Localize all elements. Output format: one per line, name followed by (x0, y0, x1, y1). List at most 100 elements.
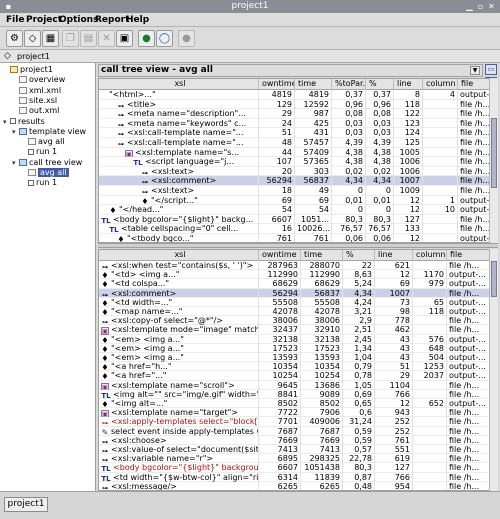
table-row[interactable]: ♦"</head..."5454001210output-... (99, 205, 489, 215)
table-row[interactable]: ♦ "<em> <img a..." 13593 13593 1,04 43 504 outp… (99, 353, 489, 363)
column-header[interactable]: owntime (259, 250, 301, 261)
tree-toggle-icon[interactable]: ▾ (3, 117, 10, 127)
template-list-table[interactable]: xsl owntime time% line column file ⊶ <xsl:when … (98, 249, 490, 491)
table-row[interactable]: ♦"</script..."69690,010,01121output-... (99, 195, 489, 206)
table-row[interactable]: ♦ "<td colspa..." 68629 68629 5,24 69 979 outpu… (99, 279, 489, 289)
open-folder-icon[interactable]: ⚙ (6, 30, 23, 47)
table-row[interactable]: TL <table cellspacing="0" cell... 16 10026.… (99, 224, 489, 234)
table-row[interactable]: ⊶ <xsl:comment> 56294 56837 4,34 1007 file /h.… (99, 288, 489, 298)
table-row[interactable]: ♦ "<tbody bgco..." 761 761 0,06 0,06 12 output-… (99, 234, 489, 242)
minimize-icon[interactable]: ▁ (465, 2, 474, 11)
lower-scroll-thumb[interactable] (491, 261, 497, 297)
tree-node[interactable]: site.xsl (12, 96, 57, 106)
column-header[interactable]: time (301, 250, 343, 261)
pane-splitter[interactable] (98, 243, 498, 248)
table-row[interactable]: ♦ "<map name=..." 42078 42078 3,21 98 118 outpu… (99, 307, 489, 317)
table-row[interactable]: ♦ "<em> <img a..." 32138 32138 2,45 43 576 outp… (99, 334, 489, 344)
table-row[interactable]: ⊶<xsl:value-of select="document($site)//… (99, 445, 489, 455)
tree-node[interactable]: ▾ call tree view (12, 158, 82, 168)
table-row[interactable]: ⊶ <xsl:comment> 56294 56837 4,34 4,34 1007 file… (99, 176, 489, 186)
table-row[interactable]: TL<td width="{$w-btw-col}" align="right"… (99, 472, 489, 482)
upper-vertical-scrollbar[interactable] (489, 78, 498, 243)
maximize-icon[interactable]: ▫ (476, 2, 485, 11)
column-header[interactable]: % (343, 250, 375, 261)
column-header[interactable]: line (375, 250, 413, 261)
call-tree-table[interactable]: xslowntimetime%toPar...%linecolumnfile"<… (98, 78, 490, 243)
table-icon[interactable]: ▦ (42, 30, 59, 47)
table-row[interactable]: ♦ "<td width=..." 55508 55508 4,24 73 65 output… (99, 297, 489, 307)
table-row[interactable]: ⊶ <xsl:choose> 7669 7669 0,59 761 file /h... (99, 435, 489, 445)
tree-node[interactable]: run 1 (21, 178, 57, 188)
table-row[interactable]: TL<img alt="" src="img/e.gif" width="{$w… (99, 389, 489, 399)
table-row[interactable]: ⊶ <meta name="description"... 29 987 0,08 0,0… (99, 109, 489, 119)
table-row[interactable]: ⊶<xsl:apply-templates select="block[1]"/… (99, 417, 489, 427)
table-row[interactable]: ♦ "<a href="h..." 10354 10354 0,79 51 1253 outp… (99, 362, 489, 372)
tree-node[interactable]: ▾ results (3, 117, 45, 127)
tree-toggle-icon[interactable]: ▾ (12, 158, 19, 168)
project-tree[interactable]: project1 overview xml.xml site.xsl out.xml ▾ r… (0, 63, 96, 491)
table-row[interactable]: ▣ <xsl:template name="s... 44 57409 4,38 4,38… (99, 147, 489, 158)
column-header[interactable]: file (447, 250, 489, 261)
tree-toggle-icon[interactable]: ▾ (12, 127, 19, 137)
export-document-icon[interactable]: ▣ (116, 30, 133, 47)
document-icon[interactable]: ▤ (80, 30, 97, 47)
tree-node[interactable]: avg all (21, 137, 65, 147)
column-header[interactable]: xsl (99, 250, 259, 261)
menu-report[interactable]: Report (95, 14, 129, 26)
table-row[interactable]: TL <script language="j... 107 57365 4,38 4,38… (99, 157, 489, 167)
project-tab-label[interactable]: project1 (17, 51, 50, 62)
table-row[interactable]: ▣ <xsl:template name="target"> 7722 7906 0,6… (99, 408, 489, 418)
table-row[interactable]: ♦ "<td> <img a..." 112990 112990 8,63 12 1170 o… (99, 270, 489, 280)
table-row[interactable]: ⊶ <xsl:variable name="r"> 6895 298325 22,78 6… (99, 454, 489, 464)
table-row[interactable]: ⊶ <xsl:call-template name="... 51 431 0,03 0,… (99, 128, 489, 138)
column-header[interactable]: column (423, 79, 458, 90)
close-icon[interactable]: ✕ (487, 2, 496, 11)
table-row[interactable]: "<html>..."481948190,370,3784output-... (99, 90, 489, 100)
column-header[interactable]: line (394, 79, 423, 90)
table-row[interactable]: ⊶ <xsl:call-template name="... 48 57457 4,39… (99, 138, 489, 148)
table-row[interactable]: ♦ "<img alt=..." 8502 8502 0,65 12 652 output-.… (99, 399, 489, 409)
column-header[interactable]: %toPar... (332, 79, 366, 90)
taskbar-project-tab[interactable]: project1 (4, 497, 48, 512)
table-row[interactable]: ♦ "<em> <img a..." 17523 17523 1,34 43 648 outp… (99, 343, 489, 353)
tree-node[interactable]: xml.xml (12, 86, 61, 96)
menu-file[interactable]: File (6, 14, 24, 26)
table-row[interactable]: TL<body bgcolor="{$light}" background="i… (99, 463, 489, 473)
tree-node[interactable]: out.xml (12, 106, 59, 116)
copy-icon[interactable]: ❐ (62, 30, 79, 47)
window-menu-icon[interactable]: ▪ (4, 2, 13, 11)
tree-node[interactable]: overview (12, 75, 65, 85)
column-header[interactable]: column (413, 250, 447, 261)
menu-project[interactable]: Project (26, 14, 62, 26)
tree-node[interactable]: run 1 (21, 147, 57, 157)
table-row[interactable]: ▣ <xsl:template name="scroll"> 9645 13686 1,… (99, 380, 489, 390)
table-row[interactable]: ⊶ <xsl:text> 18 49 0 0 1009 file /h... (99, 186, 489, 196)
upper-scroll-thumb[interactable] (491, 118, 497, 188)
project-close-icon[interactable]: ◇ (4, 51, 11, 61)
view-selector[interactable]: call tree view - avg all ▼ (98, 64, 483, 77)
table-row[interactable]: ⊶ <xsl:copy-of select="@*"/> 38006 38006 2,9… (99, 316, 489, 326)
chevron-down-icon[interactable]: ▼ (470, 66, 480, 75)
tree-node[interactable]: project1 (3, 65, 53, 75)
view-mode-icon[interactable]: ▭ (485, 64, 497, 75)
lower-vertical-scrollbar[interactable] (489, 249, 498, 491)
table-row[interactable]: ♦ "<a href="..." 10254 10254 0,78 29 2037 outpu… (99, 371, 489, 381)
table-row[interactable]: ⊶ <xsl:message/> 6265 6265 0,48 954 file /h... (99, 481, 489, 490)
column-header[interactable]: % (366, 79, 394, 90)
menu-help[interactable]: Help (126, 14, 149, 26)
tree-node[interactable]: avg all (21, 168, 69, 178)
table-row[interactable]: ⊶ <xsl:when test="contains($s, ' ')"> 2879… (99, 261, 489, 271)
table-row[interactable]: ✎select event inside apply-templates wit… (99, 426, 489, 436)
tree-node[interactable]: ▾ template view (12, 127, 86, 137)
table-row[interactable]: TL <body bgcolor="{$light}" backg... 6607 1… (99, 214, 489, 225)
column-header[interactable]: xsl (99, 79, 259, 90)
column-header[interactable]: time (295, 79, 332, 90)
table-row[interactable]: ▣<xsl:template mode="image" match="col..… (99, 325, 489, 335)
chat-icon[interactable]: ◯ (156, 30, 173, 47)
table-row[interactable]: ⊶ <title> 129 12592 0,96 0,96 118 file /h... (99, 99, 489, 110)
column-header[interactable]: owntime (259, 79, 295, 90)
table-row[interactable]: ⊶ <xsl:text> 20 303 0,02 0,02 1006 file /h... (99, 166, 489, 177)
column-header[interactable]: file (458, 79, 489, 90)
eraser-icon[interactable]: ◇ (24, 30, 41, 47)
delete-document-icon[interactable]: ✕ (98, 30, 115, 47)
